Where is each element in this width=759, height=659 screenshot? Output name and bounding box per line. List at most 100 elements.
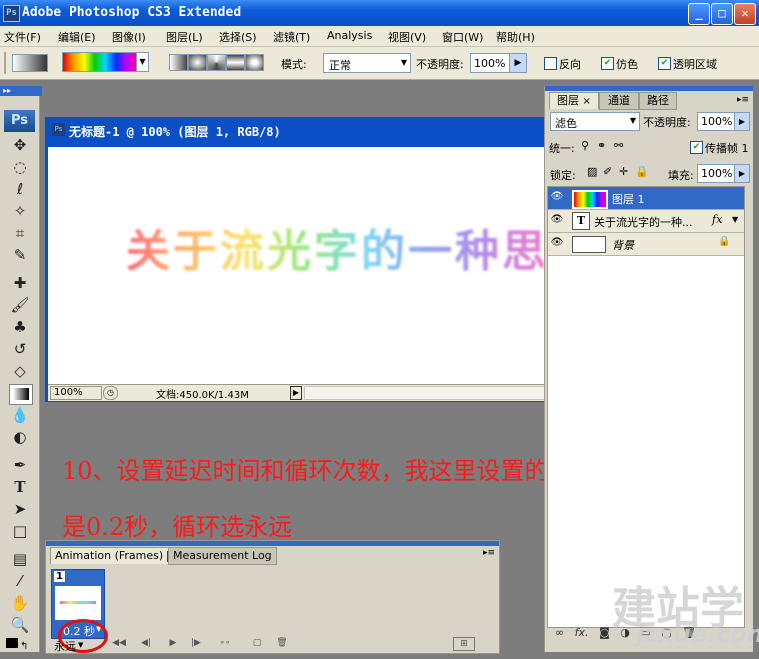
eye-icon[interactable]: 👁 [550, 236, 564, 250]
minimize-button[interactable]: _ [688, 3, 710, 25]
path-selection-tool-icon[interactable]: ➤ [9, 500, 31, 519]
play-icon[interactable]: ▶ [166, 637, 180, 649]
menu-filter[interactable]: 滤镜(T) [273, 29, 310, 45]
add-style-icon[interactable]: fx. [575, 626, 589, 639]
dodge-tool-icon[interactable]: ◐ [9, 428, 31, 447]
chevron-down-icon[interactable]: ▼ [732, 215, 738, 224]
panel-menu-icon[interactable]: ▸≡ [483, 548, 495, 558]
menu-select[interactable]: 选择(S) [219, 29, 257, 45]
panel-menu-icon[interactable]: ▸≡ [737, 95, 749, 105]
radial-gradient-icon[interactable] [188, 54, 207, 71]
slice-tool-icon[interactable]: ✎ [9, 246, 31, 265]
gradient-tool-icon[interactable] [9, 384, 33, 405]
hand-tool-icon[interactable]: ✋ [9, 594, 31, 613]
add-mask-icon[interactable]: ◙ [599, 626, 610, 639]
delete-frame-icon[interactable]: 🗑 [275, 637, 289, 649]
tab-animation-frames[interactable]: Animation (Frames) ✕ [50, 547, 183, 564]
convert-timeline-icon[interactable]: ⊞ [453, 637, 475, 651]
canvas[interactable]: 关于流光字的一种思 [48, 147, 545, 384]
foreground-color-swatch[interactable] [6, 638, 18, 648]
lasso-tool-icon[interactable]: ℓ [9, 180, 31, 199]
fx-icon[interactable]: fx [712, 213, 722, 226]
opacity-slider-arrow-icon[interactable]: ▶ [509, 53, 527, 73]
eye-icon[interactable]: 👁 [550, 190, 564, 204]
lock-transparency-icon[interactable]: ▨ [587, 165, 597, 178]
swap-colors-icon[interactable]: ↰ [20, 641, 28, 652]
toolbox-collapse-icon[interactable]: ▸▸ [0, 86, 42, 96]
loop-select[interactable]: 永远 [54, 638, 76, 654]
maximize-button[interactable]: □ [711, 3, 733, 25]
blend-mode-select[interactable]: 滤色 ▼ [550, 112, 640, 131]
propagate-frame-checkbox[interactable]: ✔ [690, 141, 703, 154]
unify-position-icon[interactable]: ⚲ [581, 139, 589, 152]
move-tool-icon[interactable]: ✥ [9, 136, 31, 155]
marquee-tool-icon[interactable]: ◌ [9, 158, 31, 177]
diamond-gradient-icon[interactable] [245, 54, 264, 71]
tab-measurement-log[interactable]: Measurement Log [168, 547, 277, 565]
layer-row[interactable]: 👁 背景 🔒 [548, 233, 744, 256]
lock-all-icon[interactable]: 🔒 [635, 165, 649, 178]
menu-edit[interactable]: 编辑(E) [58, 29, 96, 45]
zoom-tool-icon[interactable]: 🔍 [9, 616, 31, 635]
options-grip[interactable] [4, 52, 6, 74]
layer-row[interactable]: 👁 T 关于流光字的一种... fx ▼ [548, 210, 744, 233]
history-brush-tool-icon[interactable]: ↺ [9, 340, 31, 359]
link-layers-icon[interactable]: ∞ [555, 626, 564, 639]
horizontal-scrollbar[interactable] [304, 386, 547, 400]
angle-gradient-icon[interactable] [207, 54, 226, 71]
gradient-tool-preset-picker[interactable] [12, 54, 48, 72]
lock-pixels-icon[interactable]: ✐ [603, 165, 612, 178]
linear-gradient-icon[interactable] [169, 54, 188, 71]
healing-brush-tool-icon[interactable]: ✚ [9, 274, 31, 293]
menu-help[interactable]: 帮助(H) [496, 29, 535, 45]
eye-icon[interactable]: 👁 [550, 213, 564, 227]
eyedropper-tool-icon[interactable]: ⁄ [9, 572, 31, 591]
mode-select[interactable]: 正常 ▼ [323, 53, 411, 73]
magic-wand-tool-icon[interactable]: ✧ [9, 202, 31, 221]
crop-tool-icon[interactable]: ⌗ [9, 224, 31, 243]
clone-stamp-tool-icon[interactable]: ♣ [9, 318, 31, 337]
tab-layers[interactable]: 图层 × [549, 92, 599, 109]
fill-arrow-icon[interactable]: ▶ [734, 164, 750, 183]
menu-view[interactable]: 视图(V) [388, 29, 426, 45]
pen-tool-icon[interactable]: ✒ [9, 456, 31, 475]
menu-file[interactable]: 文件(F) [4, 29, 41, 45]
unify-style-icon[interactable]: ⚯ [614, 139, 623, 152]
notes-tool-icon[interactable]: ▤ [9, 550, 31, 569]
layer-row[interactable]: 👁 图层 1 [548, 187, 744, 210]
dither-checkbox[interactable]: ✔ [601, 57, 614, 70]
shape-tool-icon[interactable]: □ [9, 522, 31, 541]
duplicate-frame-icon[interactable]: ▢ [250, 637, 264, 649]
transparency-checkbox[interactable]: ✔ [658, 57, 671, 70]
ps-logo-icon[interactable]: Ps [4, 110, 35, 132]
next-frame-icon[interactable]: |▶ [189, 637, 203, 649]
chevron-down-icon[interactable]: ▼ [136, 52, 149, 72]
close-button[interactable]: ✕ [734, 3, 756, 25]
gradient-editor-swatch[interactable] [62, 52, 138, 72]
opacity-input[interactable]: 100% [470, 53, 510, 73]
status-menu-icon[interactable]: ◷ [103, 386, 118, 400]
menu-layer[interactable]: 图层(L) [166, 29, 203, 45]
blur-tool-icon[interactable]: 💧 [9, 406, 31, 425]
status-arrow-icon[interactable]: ▶ [290, 386, 302, 400]
zoom-field[interactable]: 100% [50, 386, 102, 400]
menu-window[interactable]: 窗口(W) [442, 29, 483, 45]
type-tool-icon[interactable]: T [9, 478, 31, 497]
first-frame-icon[interactable]: ◀◀ [112, 637, 126, 649]
layer-opacity-input[interactable]: 100% [697, 112, 735, 131]
tab-close-icon[interactable]: × [583, 96, 591, 107]
brush-tool-icon[interactable]: 🖌 [9, 296, 31, 315]
reflected-gradient-icon[interactable] [226, 54, 245, 71]
tab-channels[interactable]: 通道 [599, 92, 639, 110]
chevron-down-icon[interactable]: ▼ [78, 641, 83, 649]
tab-paths[interactable]: 路径 [639, 92, 677, 110]
lock-position-icon[interactable]: ✛ [619, 165, 628, 178]
menu-image[interactable]: 图像(I) [112, 29, 146, 45]
tween-icon[interactable]: ∘∘ [218, 637, 232, 649]
unify-visibility-icon[interactable]: ⚭ [597, 139, 606, 152]
reverse-checkbox[interactable] [544, 57, 557, 70]
menu-analysis[interactable]: Analysis [327, 29, 372, 42]
fill-input[interactable]: 100% [697, 164, 735, 183]
previous-frame-icon[interactable]: ◀| [139, 637, 153, 649]
layer-opacity-arrow-icon[interactable]: ▶ [734, 112, 750, 131]
